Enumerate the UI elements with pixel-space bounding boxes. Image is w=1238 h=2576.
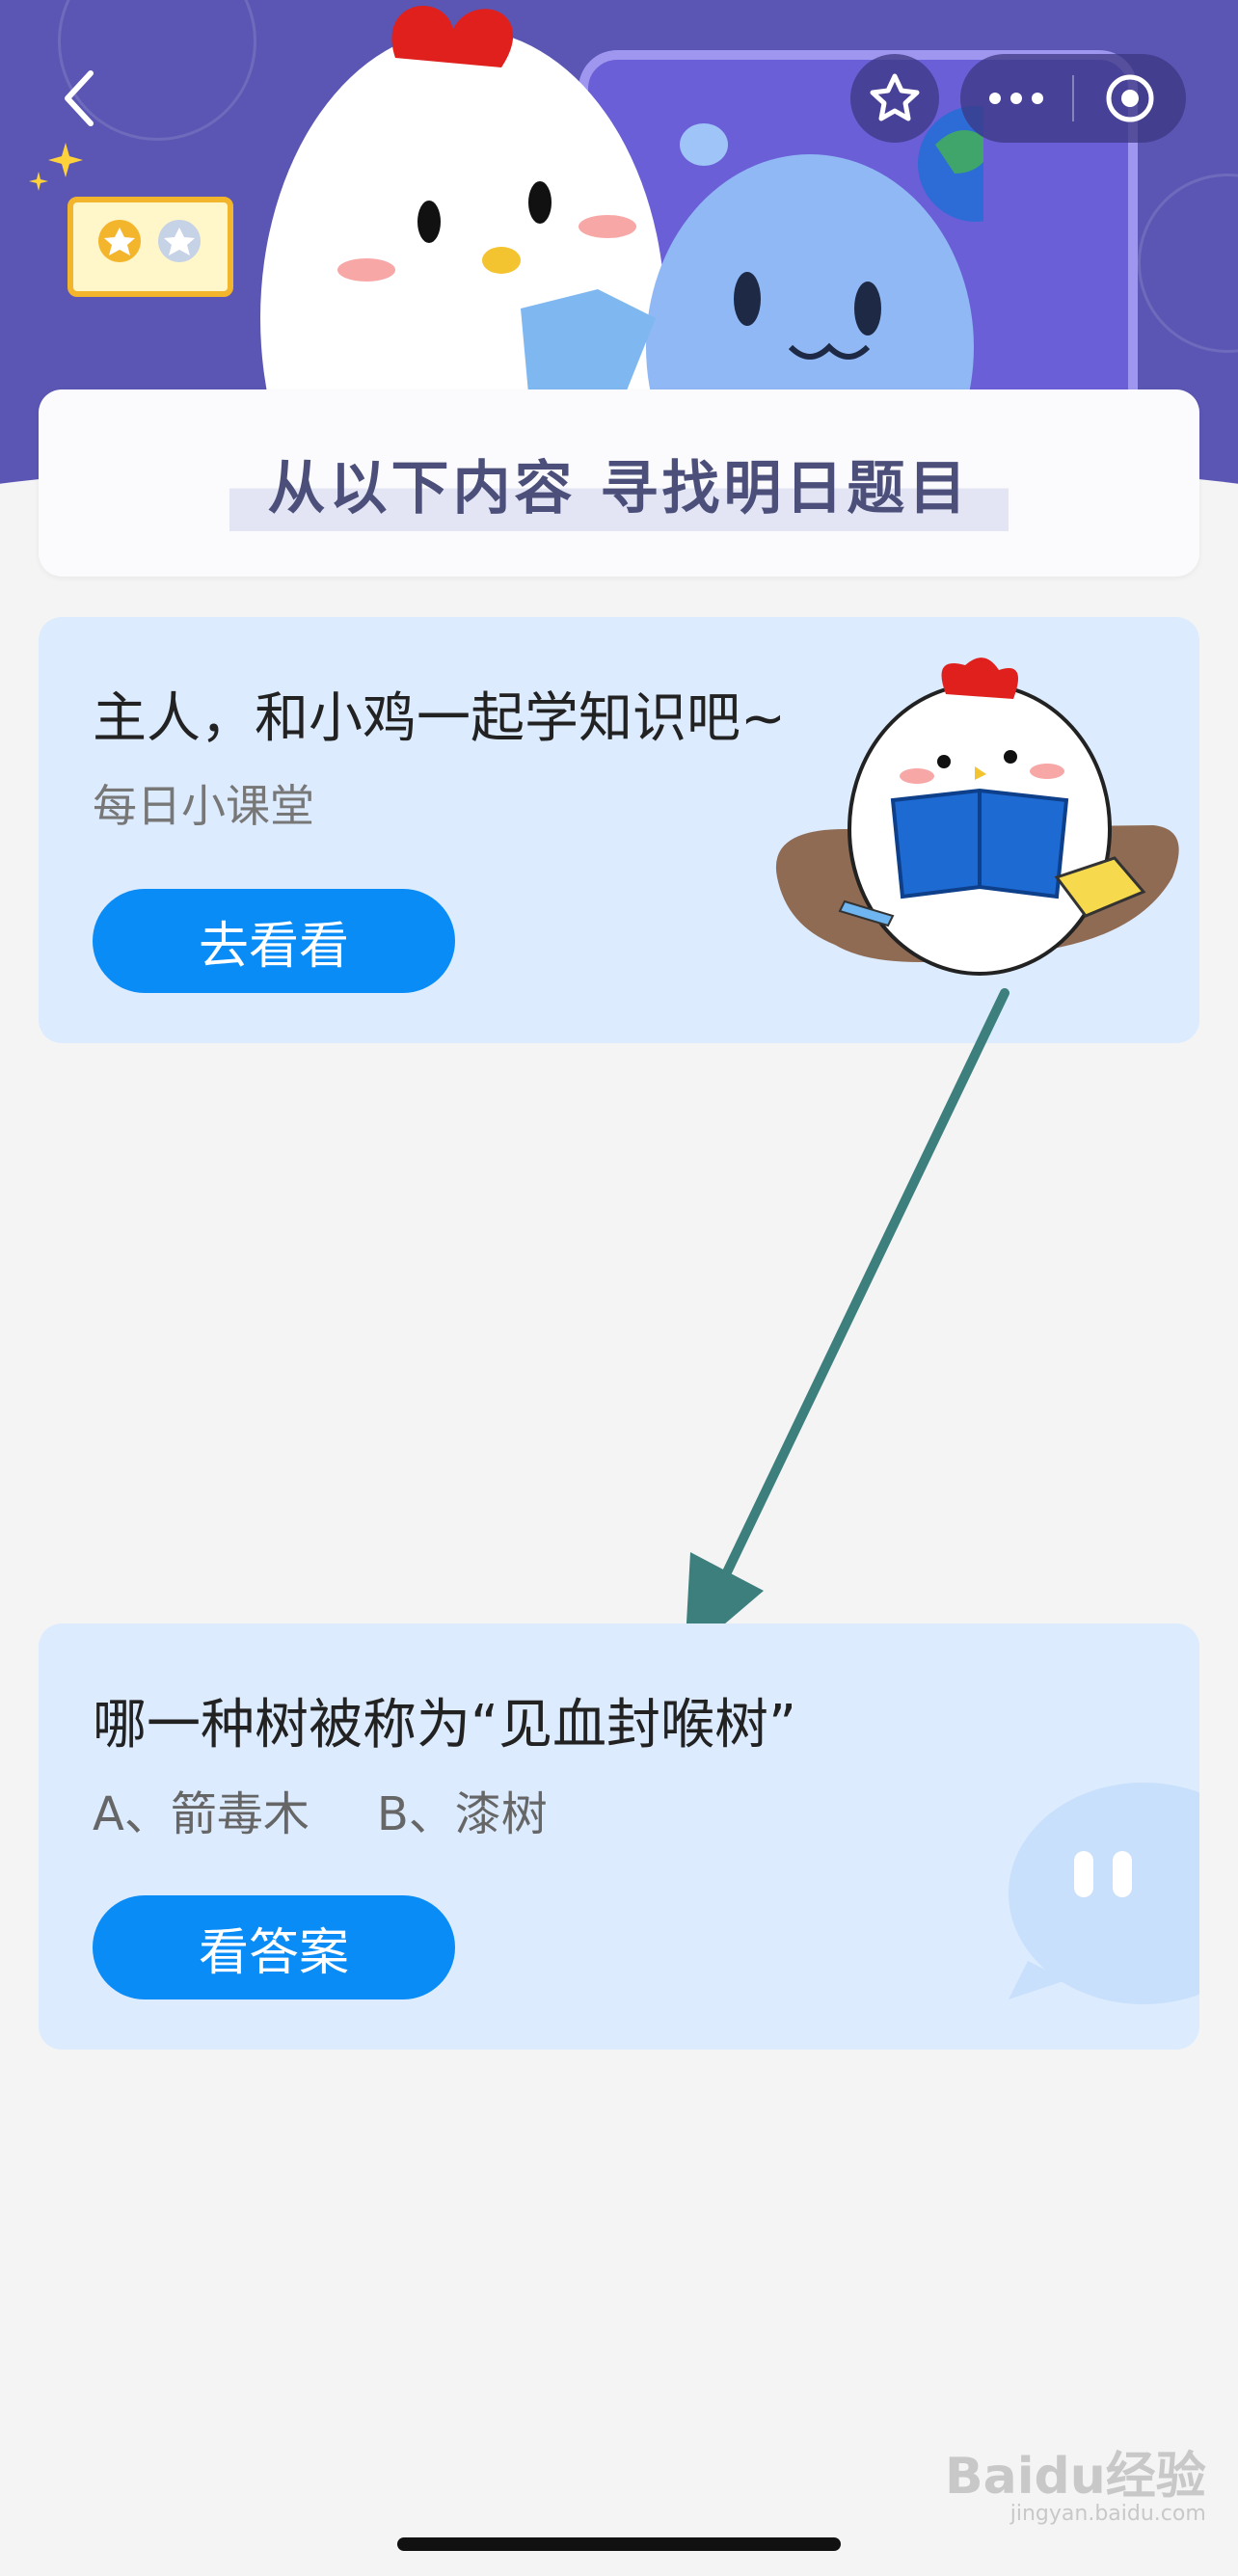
- sparkle-icon: [29, 143, 83, 191]
- back-button[interactable]: [50, 60, 108, 137]
- more-button[interactable]: [960, 54, 1072, 143]
- star-icon: [870, 73, 920, 121]
- miniapp-capsule: [960, 54, 1186, 143]
- arrow-annotation: [685, 988, 1009, 1658]
- medal-board-icon[interactable]: [67, 197, 233, 297]
- answer-options: A、箭毒木 B、漆树: [93, 1776, 548, 1843]
- question-title: 哪一种树被称为“见血封喉树”: [93, 1694, 797, 1757]
- go-see-button[interactable]: 去看看: [93, 889, 455, 993]
- lesson-card-subtitle: 每日小课堂: [93, 780, 314, 832]
- lesson-card-title: 主人，和小鸡一起学知识吧~: [93, 687, 786, 750]
- banner-title: 从以下内容 寻找明日题目: [229, 435, 1009, 531]
- medal-icon: [98, 220, 201, 262]
- view-answer-button[interactable]: 看答案: [93, 1895, 455, 1999]
- baidu-watermark: Baidu经验 jingyan.baidu.com: [945, 2435, 1206, 2526]
- tomorrow-question-banner: 从以下内容 寻找明日题目: [39, 389, 1199, 577]
- question-card: 哪一种树被称为“见血封喉树” A、箭毒木 B、漆树 看答案: [39, 1623, 1199, 2050]
- option-b: B、漆树: [376, 1787, 548, 1841]
- target-circle-icon: [1106, 74, 1154, 122]
- chat-bubble-icon: [1009, 1783, 1199, 2004]
- daily-lesson-card: 主人，和小鸡一起学知识吧~ 每日小课堂 去看看: [39, 617, 1199, 1043]
- chevron-left-icon: [65, 70, 94, 126]
- close-button[interactable]: [1074, 54, 1186, 143]
- decor-circle: [1138, 174, 1238, 353]
- chicken-reading-illustration: [775, 657, 1179, 976]
- watermark-text: Baidu经验: [945, 2448, 1206, 2506]
- option-a: A、箭毒木: [93, 1787, 310, 1841]
- more-dots-icon: [989, 93, 1043, 104]
- home-indicator[interactable]: [397, 2537, 841, 2551]
- favorite-button[interactable]: [850, 54, 939, 143]
